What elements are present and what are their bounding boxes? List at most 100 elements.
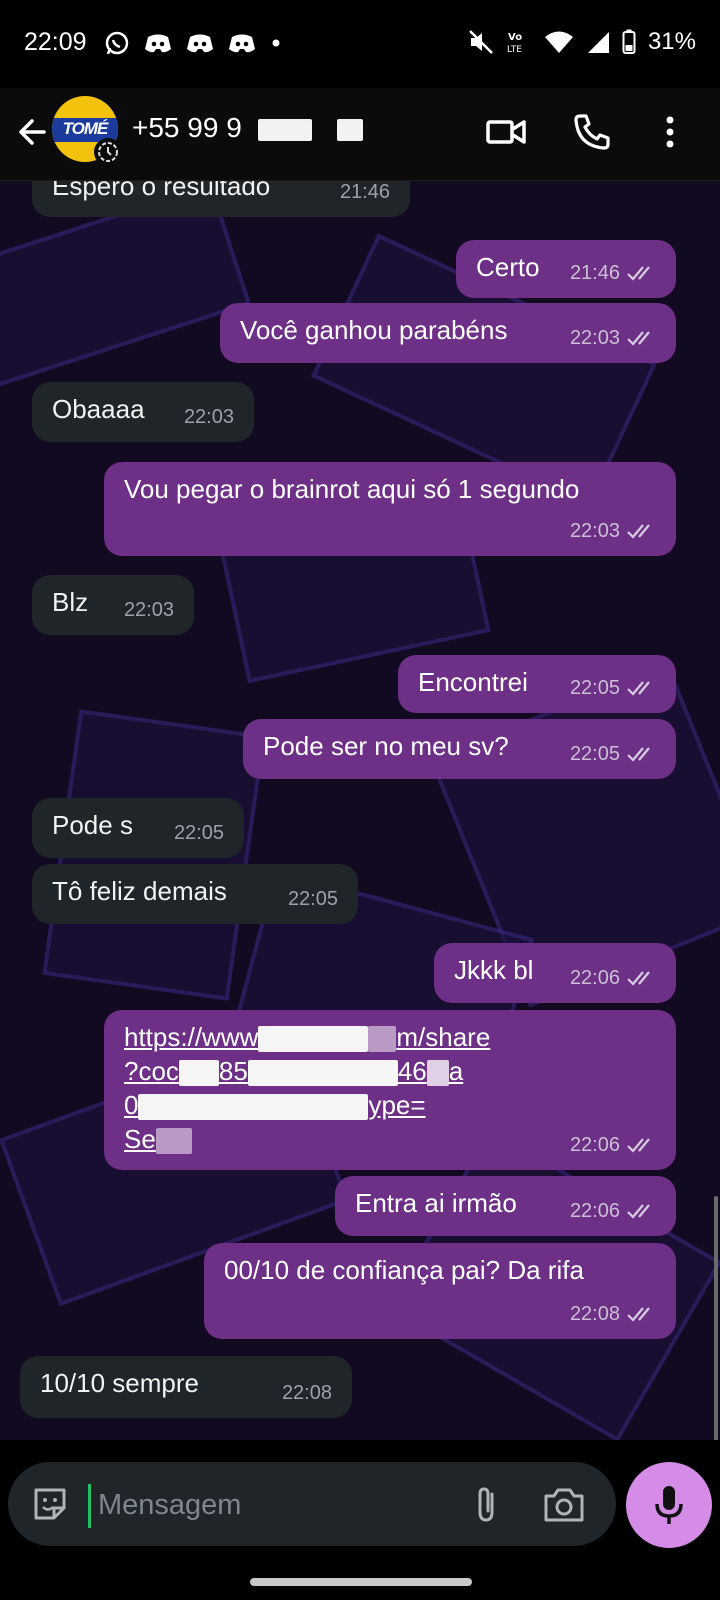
message-text: Encontrei <box>418 667 528 697</box>
message-outgoing-link[interactable]: https://www m/share ?coc 85 46 a 0 ype= Se 22… <box>104 1010 676 1170</box>
voice-record-button[interactable] <box>626 1462 712 1548</box>
message-text: Blz <box>52 587 89 617</box>
read-receipt-icon <box>627 1204 650 1219</box>
discord-icon <box>229 34 255 53</box>
message-incoming[interactable]: Pode s 22:05 <box>32 798 244 858</box>
redaction-mark <box>368 1026 397 1053</box>
message-time: 22:03 <box>569 327 620 349</box>
message-incoming[interactable]: 10/10 sempre 22:08 <box>20 1356 352 1418</box>
message-text: Certo <box>476 252 540 282</box>
text-cursor <box>88 1484 91 1528</box>
message-time: 22:08 <box>569 1303 620 1325</box>
message-outgoing[interactable]: Entra ai irmão 22:06 <box>335 1176 676 1236</box>
svg-text:Vo: Vo <box>508 32 522 43</box>
message-meta: 22:03 <box>570 514 656 548</box>
message-incoming[interactable]: Obaaaa 22:03 <box>32 382 254 442</box>
link-fragment: https://www <box>124 1022 259 1052</box>
message-time: 22:05 <box>173 822 224 844</box>
message-text: Jkkk bl <box>454 955 534 985</box>
contact-number: +55 99 9 <box>132 112 242 143</box>
read-receipt-icon <box>627 1138 650 1153</box>
message-time: 22:03 <box>569 520 620 542</box>
read-receipt-icon <box>627 971 650 986</box>
mic-icon <box>655 1486 683 1524</box>
message-incoming[interactable]: Tô feliz demais 22:05 <box>32 864 358 924</box>
svg-text:LTE: LTE <box>507 45 522 55</box>
attach-icon[interactable] <box>464 1482 508 1526</box>
redaction-mark <box>258 1026 369 1053</box>
voice-call-icon[interactable] <box>568 108 616 156</box>
message-meta: 22:05 <box>570 671 656 705</box>
message-meta: 22:08 <box>570 1297 656 1331</box>
contact-name[interactable]: +55 99 9 <box>132 112 364 144</box>
message-meta: 22:03 <box>570 321 656 355</box>
read-receipt-icon <box>627 524 650 539</box>
back-arrow-icon[interactable] <box>14 110 54 154</box>
link-fragment: a <box>448 1056 464 1086</box>
message-meta: 22:05 <box>570 737 656 771</box>
message-outgoing[interactable]: Jkkk bl 22:06 <box>434 943 676 1003</box>
scrollbar[interactable] <box>714 1196 718 1440</box>
message-text: Pode s <box>52 810 133 840</box>
chat-header: TOMÉ +55 99 9 <box>0 88 720 181</box>
message-meta: 22:05 <box>288 882 338 916</box>
message-outgoing[interactable]: Você ganhou parabéns 22:03 <box>220 303 676 363</box>
message-outgoing[interactable]: 00/10 de confiança pai? Da rifa 22:08 <box>204 1243 676 1339</box>
read-receipt-icon <box>627 681 650 696</box>
message-time: 22:05 <box>569 677 620 699</box>
message-text: Entra ai irmão <box>355 1188 517 1218</box>
read-receipt-icon <box>627 1307 650 1322</box>
message-outgoing[interactable]: Certo 21:46 <box>456 240 676 298</box>
message-time: 21:46 <box>339 181 390 203</box>
chat-area[interactable]: Espero o resultado 21:46 Certo 21:46 Voc… <box>0 181 720 1440</box>
link-fragment: 85 <box>218 1056 248 1086</box>
redaction-mark <box>138 1094 369 1121</box>
discord-icon <box>145 34 171 53</box>
status-bar: 22:09 Vo LTE 31% <box>0 0 720 88</box>
message-time: 22:03 <box>123 599 174 621</box>
link-fragment: 0 <box>124 1090 139 1120</box>
more-options-icon[interactable] <box>646 108 694 156</box>
redaction-mark <box>426 1060 449 1087</box>
battery-percent: 31% <box>647 28 696 55</box>
redaction-mark <box>178 1060 219 1087</box>
message-incoming[interactable]: Blz 22:03 <box>32 575 194 635</box>
message-time: 22:05 <box>569 743 620 765</box>
battery-icon <box>622 29 636 54</box>
notification-icons <box>104 30 282 56</box>
system-icons: Vo LTE 31% <box>468 28 696 56</box>
message-time: 22:05 <box>287 888 338 910</box>
message-time: 21:46 <box>569 262 620 284</box>
discord-icon <box>187 34 213 53</box>
message-meta: 22:06 <box>570 1194 656 1228</box>
message-outgoing[interactable]: Encontrei 22:05 <box>398 655 676 713</box>
link-fragment: ype= <box>368 1090 426 1120</box>
message-outgoing[interactable]: Pode ser no meu sv? 22:05 <box>243 719 676 779</box>
link-fragment: ?coc <box>124 1056 179 1086</box>
message-incoming[interactable]: Espero o resultado 21:46 <box>32 181 410 217</box>
link-line-2: ?coc 85 46 a <box>124 1054 656 1088</box>
message-text: Pode ser no meu sv? <box>263 731 509 761</box>
sticker-icon[interactable] <box>28 1482 72 1526</box>
composer-bar <box>0 1440 720 1560</box>
message-time: 22:08 <box>281 1382 332 1404</box>
video-call-icon[interactable] <box>482 108 530 156</box>
message-input[interactable] <box>96 1478 460 1532</box>
message-time: 22:06 <box>569 1200 620 1222</box>
camera-icon[interactable] <box>540 1482 588 1526</box>
message-text: Tô feliz demais <box>52 876 227 906</box>
message-outgoing[interactable]: Vou pegar o brainrot aqui só 1 segundo 2… <box>104 462 676 556</box>
redaction-mark <box>247 1060 398 1087</box>
home-gesture-bar[interactable] <box>250 1578 472 1586</box>
redaction-mark <box>155 1128 192 1155</box>
message-meta: 22:08 <box>282 1376 332 1410</box>
message-text: Vou pegar o brainrot aqui só 1 segundo <box>124 474 580 504</box>
whatsapp-icon <box>105 31 129 55</box>
message-field[interactable] <box>8 1462 616 1546</box>
message-time: 22:06 <box>569 1134 620 1156</box>
message-text: Você ganhou parabéns <box>240 315 508 345</box>
message-meta: 22:05 <box>174 816 224 850</box>
message-meta: 22:06 <box>570 1128 656 1162</box>
redaction-mark <box>337 118 364 141</box>
message-meta: 22:06 <box>570 961 656 995</box>
